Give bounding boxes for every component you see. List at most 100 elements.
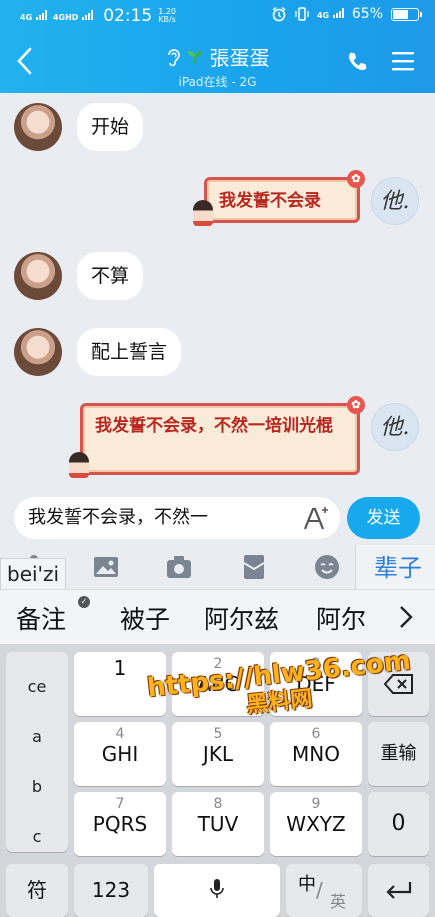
network-indicator-2: 4GHD	[52, 10, 94, 22]
message-bubble[interactable]: 配上誓言	[77, 328, 182, 376]
network-label-3: 4G	[316, 11, 330, 20]
image-icon[interactable]	[92, 553, 120, 581]
pinyin-option[interactable]: b	[6, 777, 68, 796]
key-number: 2	[213, 656, 223, 672]
sticker-message[interactable]: 我发誓不会录 ✿	[193, 170, 365, 226]
message-bubble[interactable]: 不算	[77, 252, 144, 300]
contact-avatar[interactable]	[14, 103, 62, 151]
menu-icon[interactable]	[391, 50, 415, 72]
battery-percent: 65%	[351, 6, 383, 22]
key-label: ABC	[197, 672, 239, 696]
key-6[interactable]: 6 MNO	[270, 722, 362, 786]
candidate-preview[interactable]: 辈子	[355, 545, 435, 589]
key-number: 6	[311, 726, 321, 742]
sticker-face-icon	[193, 200, 213, 226]
my-avatar[interactable]: 他.	[371, 177, 419, 225]
network-label-1: 4G	[20, 13, 33, 22]
key-number: 3	[311, 656, 321, 672]
battery-level	[393, 9, 408, 19]
pinyin-column[interactable]: ce a b c	[6, 652, 68, 852]
key-label: GHI	[101, 742, 139, 766]
key-number: 5	[213, 726, 223, 742]
camera-icon[interactable]	[165, 553, 193, 581]
key-4[interactable]: 4 GHI	[74, 722, 166, 786]
net-speed: 1.20 KB/s	[158, 8, 176, 24]
contact-avatar[interactable]	[14, 252, 62, 300]
flower-icon: ✿	[347, 396, 365, 414]
key-number: 4	[115, 726, 125, 742]
key-3[interactable]: 3 DEF	[270, 652, 362, 716]
candidate-preview-text: 辈子	[374, 554, 422, 582]
text-style-icon[interactable]	[302, 505, 330, 531]
backspace-button[interactable]	[368, 652, 429, 716]
network-label-2: 4GHD	[52, 13, 79, 22]
lang-cn-label: 中	[298, 874, 316, 895]
contact-name: 張蛋蛋	[209, 46, 270, 70]
signal-bars-icon	[332, 8, 344, 18]
status-bar: 4G 4GHD 02:15 1.20 KB/s 4G 65%	[0, 0, 435, 30]
key-label: 1	[113, 656, 127, 680]
key-label: PQRS	[92, 812, 148, 836]
net-speed-unit: KB/s	[158, 15, 176, 24]
candidate-item[interactable]: 阿尔兹	[204, 600, 279, 636]
sticker-text: 我发誓不会录	[219, 191, 321, 211]
emoji-icon[interactable]	[313, 553, 341, 581]
pinyin-composition: bei'zi	[0, 558, 67, 590]
key-label: TUV	[197, 812, 239, 836]
number-mode-button[interactable]: 123	[74, 864, 148, 917]
my-avatar[interactable]: 他.	[371, 403, 419, 451]
message-bubble[interactable]: 开始	[77, 103, 144, 151]
red-packet-icon[interactable]	[240, 553, 268, 581]
ear-icon	[167, 48, 180, 66]
message-input[interactable]: 我发誓不会录，不然一	[14, 497, 340, 539]
key-2[interactable]: 2 ABC	[172, 652, 264, 716]
network-indicator-1: 4G	[20, 10, 47, 22]
key-label: DEF	[296, 672, 336, 696]
signal-bars-icon	[82, 10, 94, 20]
candidate-bar: 备注 ✓ 被子 阿尔兹 阿尔	[0, 589, 435, 644]
nav-bar: 張蛋蛋 iPad在线 - 2G	[0, 36, 435, 90]
key-7[interactable]: 7 PQRS	[74, 792, 166, 856]
key-label: JKL	[202, 742, 234, 766]
clock: 02:15	[103, 6, 153, 26]
key-label: MNO	[292, 742, 340, 766]
ime-keyboard: ce a b c 1 2 ABC 3 DEF 4 GHI 5 JKL 6 MNO…	[0, 644, 435, 917]
sticker-message[interactable]: 我发誓不会录，不然一培训光棍 ✿	[69, 396, 365, 478]
alarm-icon	[272, 6, 286, 22]
contact-avatar[interactable]	[14, 328, 62, 376]
top-bar: 4G 4GHD 02:15 1.20 KB/s 4G 65% 張蛋蛋 iPad在…	[0, 0, 435, 93]
candidate-item[interactable]: 被子	[120, 600, 170, 636]
input-bar: 我发誓不会录，不然一 发送	[0, 493, 435, 545]
leaf-icon	[187, 50, 202, 64]
signal-bars-icon	[35, 10, 47, 20]
key-5[interactable]: 5 JKL	[172, 722, 264, 786]
microphone-icon	[210, 879, 224, 898]
pinyin-option[interactable]: a	[6, 727, 68, 746]
avatar-signature: 他.	[380, 189, 410, 214]
key-0[interactable]: 0	[368, 792, 429, 856]
network-indicator-3: 4G	[317, 8, 344, 20]
avatar-signature: 他.	[380, 415, 410, 440]
phone-icon[interactable]	[346, 50, 370, 74]
pinyin-option[interactable]: c	[6, 827, 68, 846]
flower-icon: ✿	[347, 170, 365, 188]
candidate-item[interactable]: 阿尔	[316, 600, 366, 636]
device-status: iPad在线 - 2G	[178, 75, 257, 89]
send-button[interactable]: 发送	[347, 497, 420, 539]
key-9[interactable]: 9 WXYZ	[270, 792, 362, 856]
language-switch-button[interactable]: 中 / 英	[286, 864, 362, 917]
backspace-icon	[383, 674, 413, 694]
enter-icon	[385, 882, 411, 899]
space-button[interactable]	[154, 864, 280, 917]
reinput-button[interactable]: 重输	[368, 722, 429, 786]
chevron-right-icon[interactable]	[395, 602, 417, 632]
enter-button[interactable]	[368, 864, 429, 917]
key-8[interactable]: 8 TUV	[172, 792, 264, 856]
symbol-button[interactable]: 符	[6, 864, 68, 917]
chat-area[interactable]: 开始 我发誓不会录 ✿ 他. 不算 配上誓言 我发誓不会录，不然一培训光棍 ✿ …	[0, 93, 435, 543]
key-number: 7	[115, 796, 125, 812]
sticker-face-icon	[69, 452, 89, 478]
candidate-item[interactable]: 备注	[16, 600, 66, 636]
pinyin-option[interactable]: ce	[6, 677, 68, 696]
key-1[interactable]: 1	[74, 652, 166, 716]
